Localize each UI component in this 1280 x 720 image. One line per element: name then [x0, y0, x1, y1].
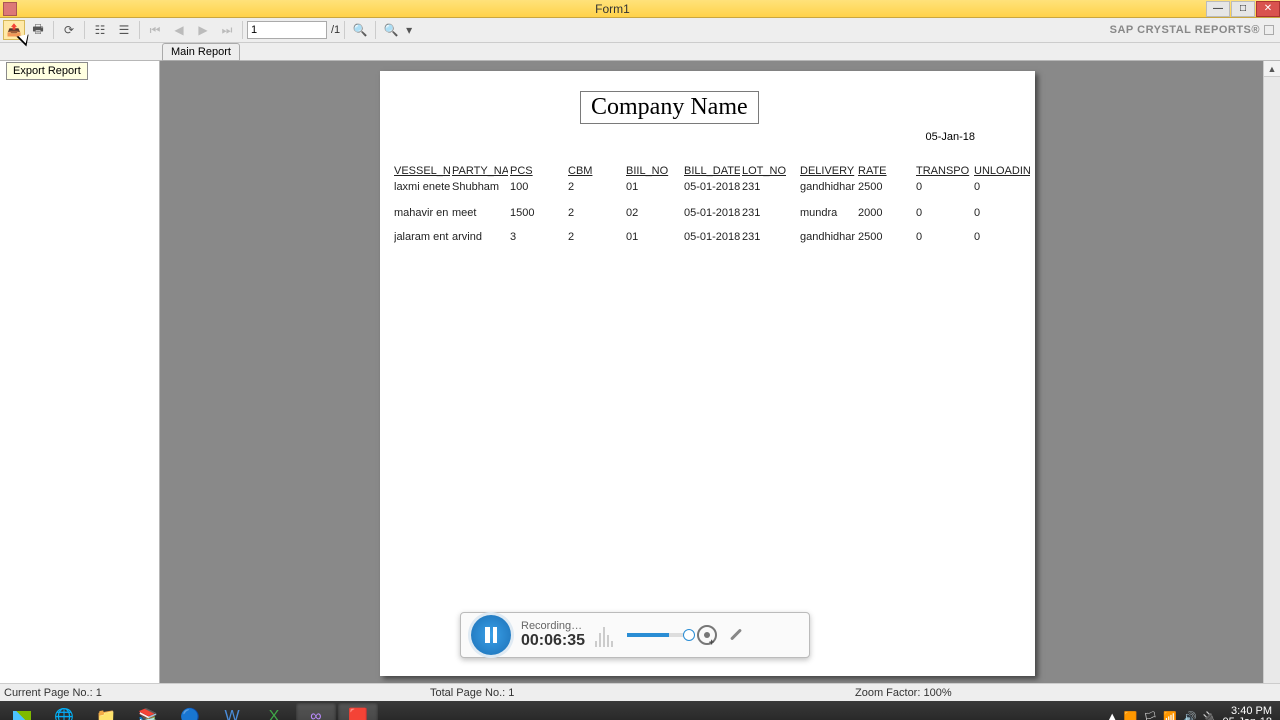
audio-level-icon: [595, 623, 617, 647]
status-total-page: Total Page No.: 1: [430, 687, 855, 699]
pause-icon: [485, 627, 497, 643]
status-bar: Current Page No.: 1 Total Page No.: 1 Zo…: [0, 683, 1280, 701]
tray-vol-icon[interactable]: 🔊: [1183, 711, 1197, 720]
prev-page-button[interactable]: ◀: [168, 20, 190, 40]
col-header: UNLOADIN: [974, 165, 1030, 179]
taskbar-form-app[interactable]: 🟥: [338, 703, 378, 720]
recording-time: 00:06:35: [521, 632, 585, 650]
report-page: Company Name 05-Jan-18 VESSEL_NPARTY_NAP…: [380, 71, 1035, 676]
taskbar-ie[interactable]: 🌐: [44, 703, 84, 720]
next-page-button[interactable]: ▶: [192, 20, 214, 40]
annotate-button[interactable]: [727, 626, 745, 644]
volume-slider[interactable]: [627, 633, 687, 637]
company-title: Company Name: [580, 91, 759, 124]
status-zoom: Zoom Factor: 100%: [855, 687, 1280, 699]
find-button[interactable]: 🔍: [349, 20, 371, 40]
minimize-button[interactable]: —: [1206, 1, 1230, 17]
add-webcam-button[interactable]: +: [697, 625, 717, 645]
table-row: jalaram entarvind320105-01-2018231gandhi…: [394, 221, 1030, 243]
col-header: LOT_NO: [742, 165, 798, 179]
report-toolbar: 📤 🖶 ⟳ ☷ ☰ ⏮ ◀ ▶ ⏭ /1 🔍 🔍 ▾ SAP CRYSTAL R…: [0, 18, 1280, 43]
taskbar-chrome[interactable]: 🔵: [170, 703, 210, 720]
maximize-button[interactable]: □: [1231, 1, 1255, 17]
col-header: RATE: [858, 165, 914, 179]
toggle-params-button[interactable]: ☰: [113, 20, 135, 40]
taskbar-winrar[interactable]: 📚: [128, 703, 168, 720]
export-tooltip: Export Report: [6, 62, 88, 80]
col-header: TRANSPO: [916, 165, 972, 179]
vertical-scrollbar[interactable]: ▲: [1263, 61, 1280, 683]
app-icon: [3, 2, 17, 16]
report-date: 05-Jan-18: [925, 131, 975, 143]
col-header: BILL_DATE: [684, 165, 740, 179]
page-number-input[interactable]: [247, 21, 327, 39]
first-page-button[interactable]: ⏮: [144, 20, 166, 40]
col-header: BIIL_NO: [626, 165, 682, 179]
refresh-button[interactable]: ⟳: [58, 20, 80, 40]
recording-label: Recording…: [521, 620, 585, 632]
taskbar-word[interactable]: W: [212, 703, 252, 720]
pause-recording-button[interactable]: [471, 615, 511, 655]
col-header: VESSEL_N: [394, 165, 450, 179]
zoom-button[interactable]: 🔍: [380, 20, 402, 40]
col-header: PCS: [510, 165, 566, 179]
col-header: CBM: [568, 165, 624, 179]
tray-app-icon[interactable]: 🟧: [1124, 711, 1138, 720]
export-button[interactable]: 📤: [3, 20, 25, 40]
taskbar-explorer[interactable]: 📁: [86, 703, 126, 720]
tray-flag-icon[interactable]: 🏳: [1143, 711, 1157, 720]
screen-recorder-overlay: Recording… 00:06:35 +: [460, 612, 810, 658]
toggle-tree-button[interactable]: ☷: [89, 20, 111, 40]
brand-label: SAP CRYSTAL REPORTS®: [1110, 24, 1274, 36]
col-header: PARTY_NA: [452, 165, 508, 179]
scroll-up-icon[interactable]: ▲: [1264, 61, 1280, 77]
print-button[interactable]: 🖶: [27, 20, 49, 40]
status-current-page: Current Page No.: 1: [0, 687, 430, 699]
windows-taskbar[interactable]: 🌐 📁 📚 🔵 W X ∞ 🟥 ▲ 🟧 🏳 📶 🔊 🔌 3:40 PM 05-J…: [0, 701, 1280, 720]
tray-clock[interactable]: 3:40 PM 05-Jan-18: [1222, 706, 1272, 720]
last-page-button[interactable]: ⏭: [216, 20, 238, 40]
tab-main-report[interactable]: Main Report: [162, 43, 240, 61]
table-row: mahavir enmeet150020205-01-2018231mundra…: [394, 197, 1030, 219]
tray-power-icon[interactable]: 🔌: [1203, 711, 1217, 720]
group-tree-panel: [0, 61, 160, 683]
taskbar-excel[interactable]: X: [254, 703, 294, 720]
tray-net-icon[interactable]: 📶: [1163, 711, 1177, 720]
table-row: laxmi eneteShubham10020105-01-2018231gan…: [394, 181, 1030, 195]
page-total-label: /1: [331, 24, 340, 36]
col-header: DELIVERY: [800, 165, 856, 179]
report-table: VESSEL_NPARTY_NAPCSCBMBIIL_NOBILL_DATELO…: [392, 163, 1032, 245]
zoom-dropdown[interactable]: ▾: [404, 20, 414, 40]
start-button[interactable]: [2, 703, 42, 720]
tray-up-icon[interactable]: ▲: [1107, 711, 1118, 720]
close-button[interactable]: ✕: [1256, 1, 1280, 17]
report-viewer[interactable]: Company Name 05-Jan-18 VESSEL_NPARTY_NAP…: [160, 61, 1280, 683]
window-title: Form1: [20, 2, 1205, 16]
taskbar-visualstudio[interactable]: ∞: [296, 703, 336, 720]
